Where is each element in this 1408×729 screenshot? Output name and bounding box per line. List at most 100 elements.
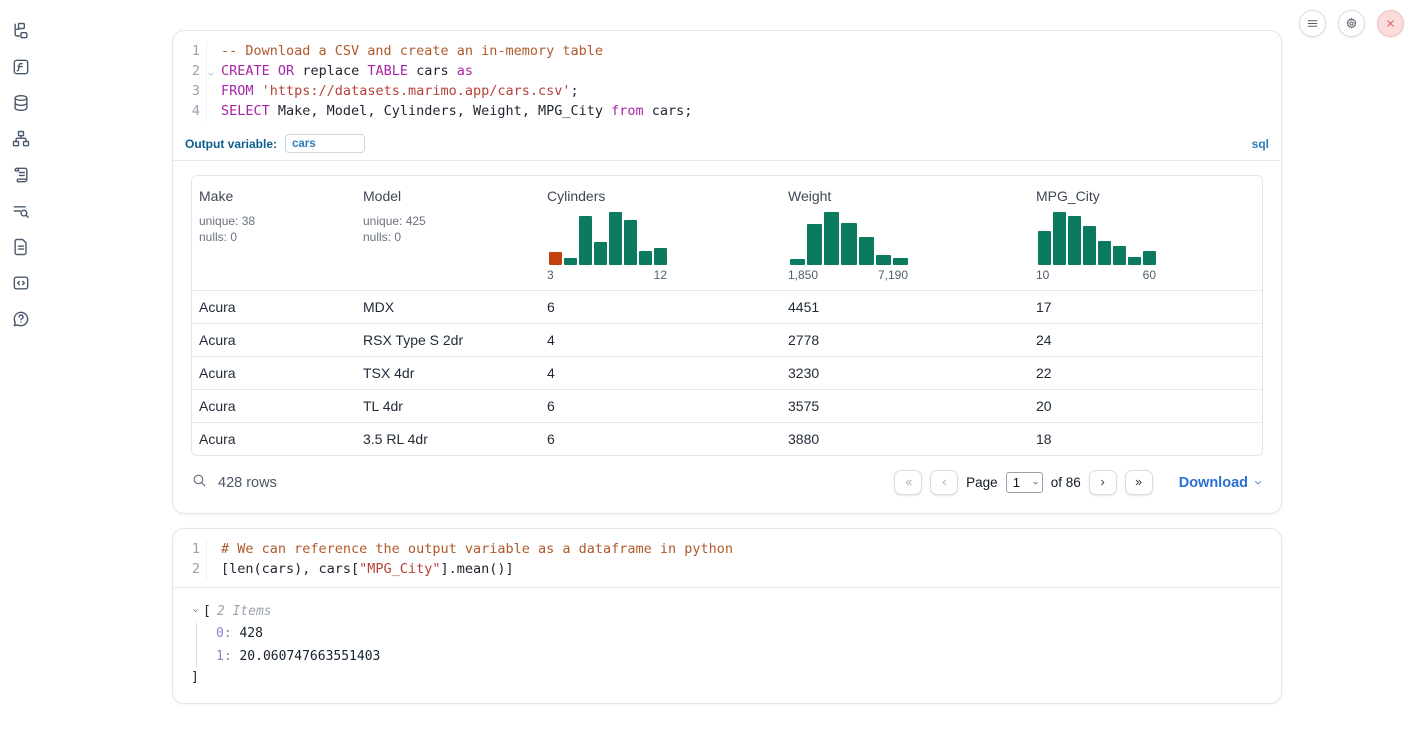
file-explorer-icon[interactable] (10, 20, 32, 42)
histogram-bar (609, 212, 622, 265)
column-histogram: 312 (547, 212, 667, 282)
collapse-caret-icon[interactable] (191, 604, 203, 619)
row-count: 428 rows (218, 475, 277, 491)
settings-gear-button[interactable] (1338, 10, 1365, 37)
code-line: 1# We can reference the output variable … (173, 539, 1281, 559)
language-badge: sql (1252, 137, 1269, 151)
histogram-bar (1053, 212, 1066, 265)
column-header[interactable]: Cylinders312 (540, 176, 781, 290)
logs-icon[interactable] (10, 164, 32, 186)
axis-max-label: 7,190 (878, 268, 908, 282)
marimo-notebook: 1 -- Download a CSV and create an in-memo… (0, 0, 1408, 729)
fold-chevron-icon[interactable] (207, 64, 215, 72)
python-output-tree: [ 2 Items 0: 4281: 20.060747663551403 ] (173, 588, 1281, 703)
table-cell: 6 (540, 291, 781, 323)
download-label: Download (1179, 475, 1248, 491)
close-bracket: ] (191, 670, 1263, 685)
code-token: FROM (221, 83, 254, 99)
output-variable-row: Output variable: sql (173, 129, 1281, 161)
histogram-bar (1113, 246, 1126, 265)
histogram-bar (1083, 226, 1096, 265)
items-count: 2 Items (217, 604, 272, 619)
pagination: Page 1 of 86 Download (894, 470, 1263, 495)
prev-page-button[interactable] (930, 470, 958, 495)
table-row[interactable]: AcuraRSX Type S 2dr4277824 (192, 323, 1262, 356)
column-stats: unique: 38nulls: 0 (199, 213, 350, 245)
tree-body: 0: 4281: 20.060747663551403 (196, 623, 1263, 668)
chevron-down-icon (1253, 478, 1263, 487)
code-text: # We can reference the output variable a… (207, 539, 733, 559)
histogram-bar (1068, 216, 1081, 265)
output-variable-label: Output variable: (185, 137, 277, 151)
table-cell: 20 (1029, 390, 1262, 422)
code-text: CREATE OR replace TABLE cars as (207, 61, 473, 81)
variables-icon[interactable] (10, 56, 32, 78)
code-token: -- Download a CSV and create an in-memor… (221, 43, 603, 59)
search-icon[interactable] (191, 472, 208, 494)
table-header: Make unique: 38nulls: 0 Model unique: 425 nu… (192, 176, 1262, 290)
histogram-bar (594, 242, 607, 265)
sql-code-editor[interactable]: 1-- Download a CSV and create an in-memo… (173, 31, 1281, 129)
histogram-bar (549, 252, 562, 265)
column-header[interactable]: Weight1,8507,190 (781, 176, 1029, 290)
line-number: 2 (173, 61, 207, 81)
outline-search-icon[interactable] (10, 200, 32, 222)
download-button[interactable]: Download (1179, 475, 1263, 491)
column-header[interactable]: MPG_City1060 (1029, 176, 1262, 290)
datasources-icon[interactable] (10, 92, 32, 114)
histogram-bar (1143, 251, 1156, 265)
close-button[interactable] (1377, 10, 1404, 37)
code-text: SELECT Make, Model, Cylinders, Weight, M… (207, 101, 692, 121)
entry-value: 20.060747663551403 (232, 649, 381, 664)
histogram-axis: 1060 (1036, 268, 1156, 282)
table-cell: 6 (540, 390, 781, 422)
stat-line: unique: 425 (363, 213, 534, 229)
table-row[interactable]: AcuraTL 4dr6357520 (192, 389, 1262, 422)
column-title: Make (199, 188, 350, 204)
python-code-editor[interactable]: 1# We can reference the output variable … (173, 529, 1281, 587)
code-token: OR (278, 63, 294, 79)
data-table: Make unique: 38nulls: 0 Model unique: 425 nu… (191, 175, 1263, 456)
last-page-button[interactable] (1125, 470, 1153, 495)
histogram-bar (624, 220, 637, 265)
table-cell: TL 4dr (356, 390, 540, 422)
axis-max-label: 60 (1143, 268, 1156, 282)
code-token: TABLE (367, 63, 408, 79)
column-title: Model (363, 188, 534, 204)
next-page-button[interactable] (1089, 470, 1117, 495)
table-body: AcuraMDX6445117AcuraRSX Type S 2dr427782… (192, 290, 1262, 455)
entry-key: 1: (216, 649, 232, 664)
table-row[interactable]: AcuraMDX6445117 (192, 290, 1262, 323)
dependency-graph-icon[interactable] (10, 128, 32, 150)
table-cell: 3880 (781, 423, 1029, 455)
table-cell: 24 (1029, 324, 1262, 356)
histogram-axis: 1,850 7,190 (788, 268, 908, 282)
histogram-bar (564, 258, 577, 265)
code-token: as (457, 63, 473, 79)
histogram-bar (859, 237, 874, 265)
table-cell: Acura (192, 291, 356, 323)
histogram-bar (654, 248, 667, 265)
table-row[interactable]: AcuraTSX 4dr4323022 (192, 356, 1262, 389)
table-row[interactable]: Acura3.5 RL 4dr6388018 (192, 422, 1262, 455)
axis-min-label: 1,850 (788, 268, 818, 282)
help-icon[interactable] (10, 308, 32, 330)
histogram-bar (807, 224, 822, 265)
line-number: 4 (173, 101, 207, 121)
sql-cell: 1 -- Download a CSV and create an in-memo… (172, 30, 1282, 514)
table-cell: 6 (540, 423, 781, 455)
table-output: Make unique: 38nulls: 0 Model unique: 425 nu… (173, 161, 1281, 456)
menu-button[interactable] (1299, 10, 1326, 37)
documentation-icon[interactable] (10, 236, 32, 258)
histogram-axis: 312 (547, 268, 667, 282)
code-token: CREATE (221, 63, 270, 79)
first-page-button[interactable] (894, 470, 922, 495)
page-select[interactable]: 1 (1006, 472, 1043, 493)
column-header[interactable]: Make unique: 38nulls: 0 (192, 176, 356, 290)
page-label: Page (966, 475, 998, 490)
output-variable-input[interactable] (285, 134, 365, 153)
stat-line: nulls: 0 (199, 229, 350, 245)
code-token: 'https://datasets.marimo.app/cars.csv' (262, 83, 571, 99)
snippets-icon[interactable] (10, 272, 32, 294)
column-header[interactable]: Modelunique: 425nulls: 0 (356, 176, 540, 290)
